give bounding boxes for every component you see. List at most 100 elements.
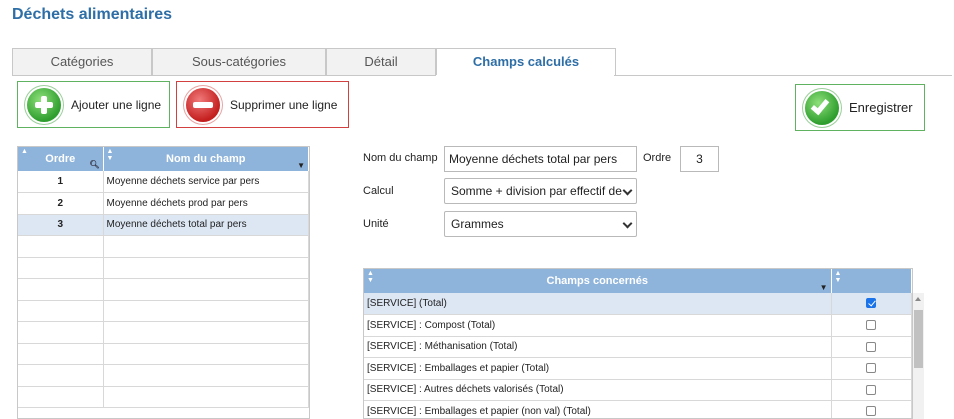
calcul-value: Somme + division par effectif de <box>451 184 622 198</box>
plus-circle-icon <box>27 87 61 122</box>
champ-cell: [SERVICE] : Emballages et papier (non va… <box>364 400 832 418</box>
ordre-cell <box>18 343 104 365</box>
tab-sous-categories[interactable]: Sous-catégories <box>152 48 326 75</box>
nom-champ-input[interactable]: Moyenne déchets total par pers <box>444 146 637 172</box>
checkbox-cell <box>831 357 912 380</box>
chevron-down-icon <box>622 185 633 196</box>
table-row[interactable] <box>18 364 309 387</box>
table-row[interactable] <box>18 257 309 279</box>
table-row[interactable] <box>18 321 309 344</box>
nom-champ-label: Nom du champ <box>363 152 438 164</box>
column-header-nom[interactable]: ▲ ▼ Nom du champ ▼ <box>103 147 309 171</box>
sort-icon[interactable]: ▲ ▼ <box>107 148 114 162</box>
table-row[interactable] <box>18 278 309 301</box>
ordre-input[interactable]: 3 <box>680 146 719 172</box>
row-checkbox[interactable] <box>866 363 877 374</box>
tab-bar: Catégories Sous-catégories Détail Champs… <box>12 48 616 76</box>
ordre-cell <box>18 257 104 279</box>
chevron-down-icon <box>622 218 633 229</box>
table-row[interactable]: 3 Moyenne déchets total par pers <box>18 214 309 236</box>
table-row[interactable] <box>18 235 309 258</box>
nom-cell <box>103 278 309 301</box>
check-circle-icon <box>805 90 839 125</box>
nom-cell: Moyenne déchets prod par pers <box>103 192 309 215</box>
scrollbar[interactable] <box>913 293 924 419</box>
row-checkbox[interactable] <box>866 320 877 331</box>
tab-categories[interactable]: Catégories <box>12 48 152 75</box>
table-row[interactable]: 2 Moyenne déchets prod par pers <box>18 192 309 215</box>
champs-concernes-grid: ▲ ▼ Champs concernés ▼ ▲ ▼ [SERVICE] (Tota… <box>363 268 913 419</box>
save-button[interactable]: Enregistrer <box>795 84 925 131</box>
nom-cell <box>103 235 309 258</box>
unite-select[interactable]: Grammes <box>444 211 637 237</box>
nom-cell <box>103 321 309 344</box>
scrollbar-thumb[interactable] <box>914 310 923 368</box>
checkbox-cell <box>831 336 912 358</box>
tab-champs-calcules[interactable]: Champs calculés <box>436 48 616 76</box>
unite-value: Grammes <box>451 217 504 231</box>
calcul-select[interactable]: Somme + division par effectif de <box>444 178 637 204</box>
delete-row-button[interactable]: Supprimer une ligne <box>176 81 349 128</box>
row-checkbox[interactable] <box>866 341 877 352</box>
table-row[interactable]: [SERVICE] : Compost (Total) <box>364 314 912 337</box>
champ-cell: [SERVICE] : Autres déchets valorisés (To… <box>364 379 832 401</box>
column-header-ordre[interactable]: ▲ Ordre 🔍︎ <box>18 147 104 171</box>
table-row[interactable]: [SERVICE] : Autres déchets valorisés (To… <box>364 379 912 401</box>
search-icon[interactable]: 🔍︎ <box>89 160 99 169</box>
champ-cell: [SERVICE] : Méthanisation (Total) <box>364 336 832 358</box>
table-row[interactable] <box>18 300 309 322</box>
checkbox-cell <box>831 293 912 315</box>
ordre-cell: 1 <box>18 171 104 193</box>
ordre-cell <box>18 278 104 301</box>
champ-cell: [SERVICE] (Total) <box>364 293 832 315</box>
sort-icon[interactable]: ▲ ▼ <box>835 270 842 284</box>
row-checkbox[interactable] <box>866 406 877 417</box>
row-checkbox[interactable] <box>866 384 877 395</box>
scroll-up-icon[interactable] <box>915 297 921 301</box>
save-label: Enregistrer <box>849 100 913 115</box>
sort-asc-icon[interactable]: ▲ <box>21 148 28 155</box>
ordre-label: Ordre <box>643 152 672 164</box>
table-row[interactable] <box>18 343 309 365</box>
tab-detail[interactable]: Détail <box>326 48 436 75</box>
page-title: Déchets alimentaires <box>12 6 173 23</box>
table-row[interactable]: [SERVICE] : Méthanisation (Total) <box>364 336 912 358</box>
unite-label: Unité <box>363 218 389 230</box>
table-row[interactable]: [SERVICE] : Emballages et papier (Total) <box>364 357 912 380</box>
nom-cell: Moyenne déchets total par pers <box>103 214 309 236</box>
column-header-check[interactable]: ▲ ▼ <box>831 269 912 293</box>
ordre-cell <box>18 235 104 258</box>
checkbox-cell <box>831 379 912 401</box>
row-checkbox[interactable] <box>866 298 877 309</box>
champ-cell: [SERVICE] : Emballages et papier (Total) <box>364 357 832 380</box>
ordre-cell <box>18 364 104 387</box>
add-row-button[interactable]: Ajouter une ligne <box>17 81 170 128</box>
checkbox-cell <box>831 314 912 337</box>
table-row[interactable] <box>18 386 309 408</box>
column-header-champs[interactable]: ▲ ▼ Champs concernés ▼ <box>364 269 832 293</box>
minus-circle-icon <box>186 87 220 122</box>
fields-grid: ▲ Ordre 🔍︎ ▲ ▼ Nom du champ ▼ 1 Moyenne dé… <box>17 146 310 419</box>
ordre-cell <box>18 386 104 408</box>
ordre-cell <box>18 300 104 322</box>
sort-icon[interactable]: ▲ ▼ <box>367 270 374 284</box>
nom-cell <box>103 386 309 408</box>
nom-cell <box>103 364 309 387</box>
nom-cell <box>103 300 309 322</box>
table-row[interactable]: 1 Moyenne déchets service par pers <box>18 171 309 193</box>
table-row[interactable]: [SERVICE] : Emballages et papier (non va… <box>364 400 912 418</box>
table-row[interactable]: [SERVICE] (Total) <box>364 293 912 315</box>
delete-row-label: Supprimer une ligne <box>230 97 338 112</box>
nom-cell: Moyenne déchets service par pers <box>103 171 309 193</box>
ordre-cell: 3 <box>18 214 104 236</box>
filter-icon[interactable]: ▼ <box>820 283 828 292</box>
ordre-cell <box>18 321 104 344</box>
nom-cell <box>103 343 309 365</box>
add-row-label: Ajouter une ligne <box>71 97 162 112</box>
nom-cell <box>103 257 309 279</box>
ordre-cell: 2 <box>18 192 104 215</box>
calcul-label: Calcul <box>363 185 394 197</box>
checkbox-cell <box>831 400 912 418</box>
champ-cell: [SERVICE] : Compost (Total) <box>364 314 832 337</box>
filter-icon[interactable]: ▼ <box>297 161 305 170</box>
